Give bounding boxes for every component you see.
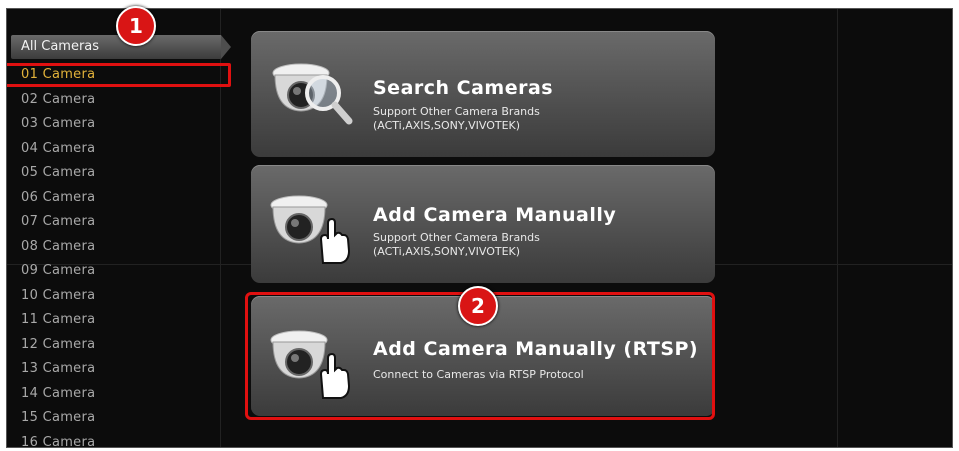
- camera-list-item[interactable]: 12 Camera: [7, 333, 217, 357]
- card-subtitle: Support Other Camera Brands: [373, 231, 540, 244]
- camera-setup-screen: All Cameras 01 Camera 02 Camera 03 Camera 0…: [6, 8, 953, 448]
- camera-list-item[interactable]: 09 Camera: [7, 259, 217, 283]
- all-cameras-tab[interactable]: All Cameras: [11, 35, 231, 59]
- callout-badge-1: 1: [116, 6, 156, 46]
- camera-list-item[interactable]: 03 Camera: [7, 112, 217, 136]
- camera-hand-icon: [270, 195, 351, 264]
- selection-highlight-box: [7, 63, 231, 87]
- grid-line: [837, 9, 838, 447]
- camera-list-item[interactable]: 06 Camera: [7, 186, 217, 210]
- add-camera-manually-button[interactable]: Add Camera Manually Support Other Camera…: [251, 165, 715, 283]
- card-subtitle: (ACTi,AXIS,SONY,VIVOTEK): [373, 119, 521, 132]
- camera-sidebar: All Cameras 01 Camera 02 Camera 03 Camera 0…: [7, 9, 231, 448]
- camera-list-item[interactable]: 13 Camera: [7, 357, 217, 381]
- camera-list-item[interactable]: 15 Camera: [7, 406, 217, 430]
- card-subtitle: Support Other Camera Brands: [373, 105, 540, 118]
- callout-badge-2: 2: [458, 286, 498, 326]
- card-title: Add Camera Manually: [373, 204, 617, 226]
- camera-search-icon: [272, 63, 353, 125]
- camera-list-item[interactable]: 05 Camera: [7, 161, 217, 185]
- camera-list-item[interactable]: 11 Camera: [7, 308, 217, 332]
- camera-list-item[interactable]: 02 Camera: [7, 88, 217, 112]
- camera-list-item[interactable]: 01 Camera: [7, 63, 231, 87]
- camera-list-item[interactable]: 10 Camera: [7, 284, 217, 308]
- camera-list-item[interactable]: 08 Camera: [7, 235, 217, 259]
- camera-list-item[interactable]: 04 Camera: [7, 137, 217, 161]
- card-title: Search Cameras: [373, 77, 554, 99]
- camera-list-item[interactable]: 07 Camera: [7, 210, 217, 234]
- camera-list-item[interactable]: 14 Camera: [7, 382, 217, 406]
- search-cameras-button[interactable]: Search Cameras Support Other Camera Bran…: [251, 31, 715, 157]
- card-subtitle: (ACTi,AXIS,SONY,VIVOTEK): [373, 245, 521, 258]
- camera-list-item[interactable]: 16 Camera: [7, 431, 217, 448]
